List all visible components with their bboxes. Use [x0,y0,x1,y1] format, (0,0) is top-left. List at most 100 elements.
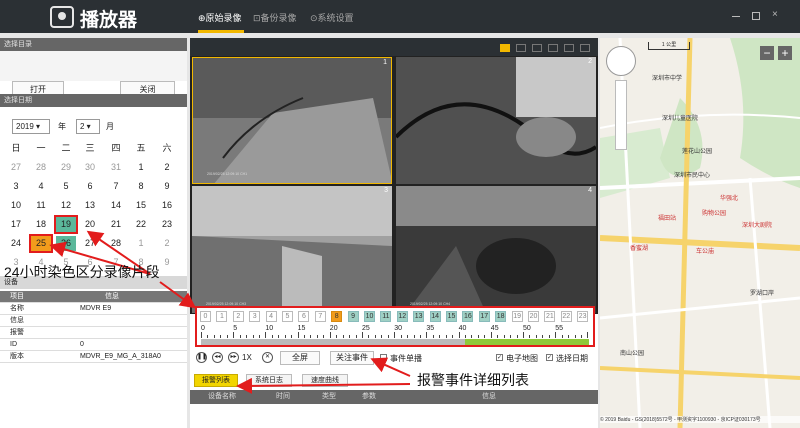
calendar-day[interactable]: 27 [80,236,100,251]
minute-tick [349,335,351,338]
device-key: 名称 [10,305,24,312]
layout-9-icon[interactable] [548,44,558,52]
calendar-day[interactable]: 10 [6,198,26,213]
maximize-icon[interactable] [752,12,760,20]
hour-cell[interactable]: 8 [331,311,343,322]
map-panel[interactable]: 1 公里 − + 深圳市中学 深圳儿童医院 莲花山公园 深圳市民中心 福田站 购物公园 车公… [600,38,800,428]
hour-cell[interactable]: 4 [265,311,277,322]
calendar-day[interactable]: 9 [157,179,177,194]
stop-icon[interactable]: ✕ [262,352,273,363]
calendar-day[interactable]: 31 [106,160,126,175]
hour-cell[interactable]: 5 [282,311,293,322]
calendar-day[interactable]: 14 [106,198,126,213]
hour-cell[interactable]: 23 [577,311,589,322]
calendar-day[interactable]: 1 [131,160,151,175]
calendar-day[interactable]: 4 [31,179,51,194]
video-channel-1[interactable]: 1 2019/02/25 12:09:10 CH1 [192,57,392,184]
calendar-day[interactable]: 29 [56,160,76,175]
video-channel-3[interactable]: 3 2019/02/25 12:09:10 CH3 [192,186,392,313]
tab-speed-curve[interactable]: 速度曲线 [302,374,348,387]
close-window-icon[interactable]: × [772,10,780,20]
calendar-day[interactable]: 27 [6,160,26,175]
slow-icon[interactable]: ◂◂ [212,352,223,363]
zoom-out-icon[interactable]: − [760,46,774,60]
hour-cell[interactable]: 14 [429,311,441,322]
layout-16-icon[interactable] [564,44,574,52]
minute-label: 15 [297,325,306,332]
e-map-checkbox[interactable]: ✓ [496,354,503,361]
calendar-day[interactable]: 16 [157,198,177,213]
hour-cell[interactable]: 3 [249,311,261,322]
hour-cell[interactable]: 2 [232,311,244,322]
minute-tick [329,332,331,338]
hour-cell[interactable]: 17 [478,311,490,322]
calendar-day[interactable]: 18 [31,217,51,232]
calendar-day[interactable]: 28 [31,160,51,175]
hour-cell[interactable]: 21 [544,311,556,322]
alarm-event-button[interactable]: 关注事件 [330,351,374,365]
calendar-day[interactable]: 2 [157,160,177,175]
calendar-day[interactable]: 23 [157,217,177,232]
tab-system-log[interactable]: 系统日志 [246,374,292,387]
hour-cell[interactable]: 12 [396,311,408,322]
video-channel-4[interactable]: 4 2019/02/25 12:09:10 CH4 [396,186,596,313]
tab-system-settings[interactable]: ⊙系统设置 [310,11,354,24]
select-date-checkbox[interactable]: ✓ [546,354,553,361]
calendar-day[interactable]: 2 [157,236,177,251]
hour-cell[interactable]: 0 [200,311,211,322]
hour-cell[interactable]: 7 [314,311,326,322]
calendar-day[interactable]: 7 [106,179,126,194]
hour-cell[interactable]: 18 [495,311,507,322]
hour-cell[interactable]: 6 [298,311,310,322]
video-channel-2[interactable]: 2 [396,57,596,184]
calendar-day[interactable]: 13 [80,198,100,213]
map-compass-icon[interactable] [606,46,636,76]
hour-cell[interactable]: 9 [347,311,359,322]
tab-original-recording[interactable]: ⊕原始录像 [198,11,242,24]
hour-cell[interactable]: 20 [528,311,539,322]
fast-icon[interactable]: ▸▸ [228,352,239,363]
hour-cell[interactable]: 10 [364,311,375,322]
calendar-day[interactable]: 6 [80,179,100,194]
calendar-day[interactable]: 1 [131,236,151,251]
calendar-day[interactable]: 5 [56,179,76,194]
calendar-day[interactable]: 3 [6,179,26,194]
calendar-day[interactable]: 20 [80,217,100,232]
calendar-day[interactable]: 12 [56,198,76,213]
tab-backup-recording[interactable]: ⊡备份录像 [253,11,297,24]
zoom-in-icon[interactable]: + [778,46,792,60]
calendar-day[interactable]: 26 [56,236,76,251]
calendar-day[interactable]: 22 [131,217,151,232]
timeline[interactable]: 0 1 2 3 4 5 6 7 8 9 10 11 12 13 14 15 16 17 18 19 20 21 22 23 0… [195,306,595,347]
fullscreen-button[interactable]: 全屏 [280,351,320,365]
hour-cell[interactable]: 22 [560,311,572,322]
minute-tick [400,335,402,338]
month-select[interactable]: 2 ▾ [76,119,100,134]
calendar-day[interactable]: 21 [106,217,126,232]
calendar-day[interactable]: 8 [131,179,151,194]
layout-4-icon[interactable] [500,44,510,52]
minimize-icon[interactable] [732,12,740,17]
single-event-checkbox[interactable] [380,354,387,361]
hour-cell[interactable]: 15 [446,311,457,322]
calendar-day[interactable]: 30 [80,160,100,175]
hour-cell[interactable]: 13 [413,311,425,322]
layout-6-icon[interactable] [516,44,526,52]
hour-cell[interactable]: 16 [462,311,474,322]
map-zoom-slider[interactable] [615,80,627,150]
layout-8-icon[interactable] [532,44,542,52]
calendar-day[interactable]: 28 [106,236,126,251]
calendar-day[interactable]: 9 [157,255,177,270]
calendar-day[interactable]: 15 [131,198,151,213]
calendar-day[interactable]: 17 [6,217,26,232]
calendar-day[interactable]: 11 [31,198,51,213]
hour-cell[interactable]: 11 [380,311,392,322]
hour-cell[interactable]: 1 [216,311,228,322]
hour-cell[interactable]: 19 [511,311,523,322]
pause-icon[interactable]: ❚❚ [196,352,207,363]
calendar-day[interactable]: 24 [6,236,26,251]
year-select[interactable]: 2019 ▾ [12,119,50,134]
tab-alarm-list[interactable]: 报警列表 [194,374,238,387]
minute-label: 45 [490,325,499,332]
layout-1-icon[interactable] [580,44,590,52]
